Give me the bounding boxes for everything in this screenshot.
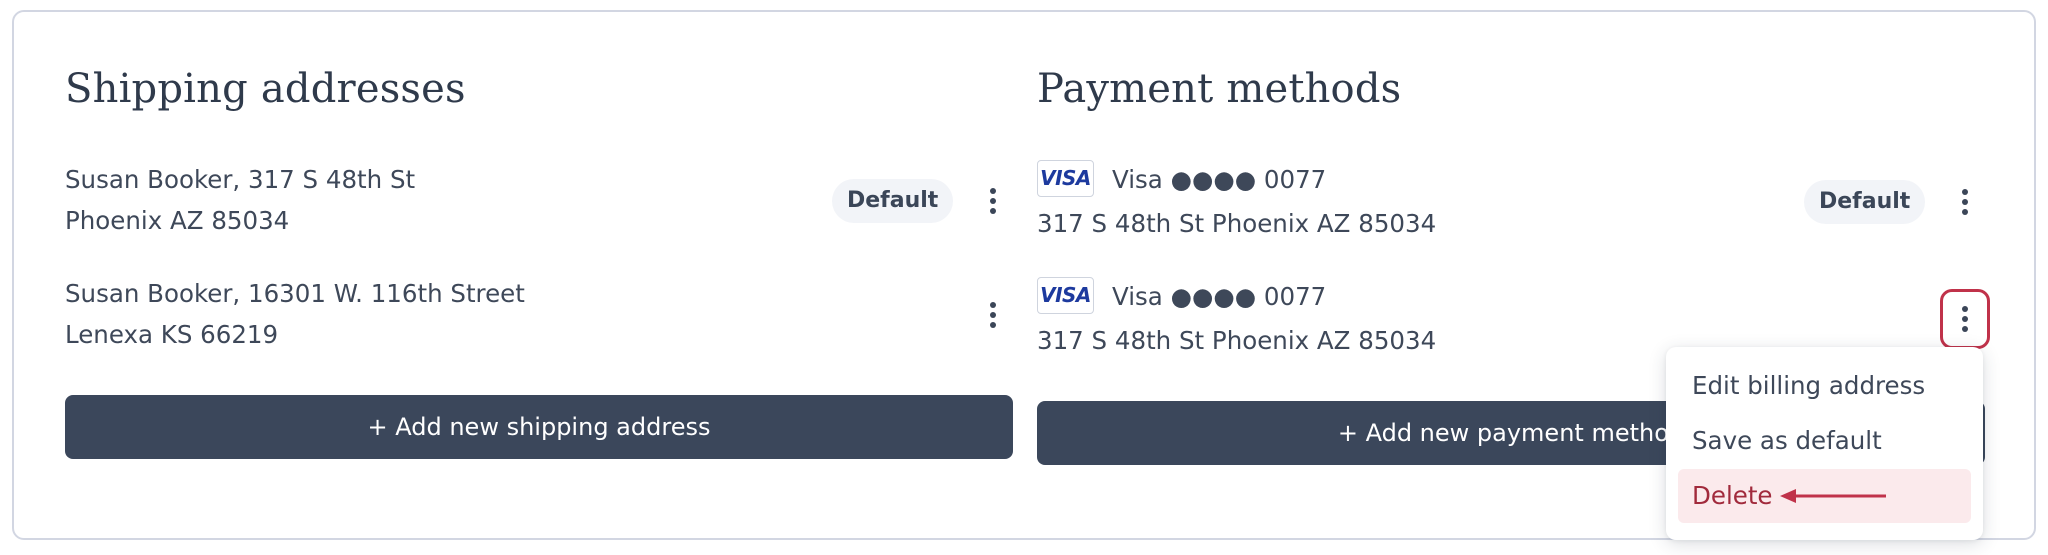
menu-item-edit-billing-address[interactable]: Edit billing address [1678, 359, 1971, 413]
card-label: Visa ●●●● 0077 [1112, 165, 1327, 194]
address-line-2: Lenexa KS 66219 [65, 320, 279, 349]
more-options-icon[interactable] [969, 288, 1017, 342]
menu-item-delete[interactable]: Delete [1678, 469, 1971, 523]
arrow-left-icon [1780, 489, 1886, 503]
address-line-1: Susan Booker, 16301 W. 116th Street [65, 279, 525, 308]
visa-logo-icon: VISA [1037, 276, 1094, 314]
default-badge: Default [1804, 180, 1926, 224]
shipping-address-item: Susan Booker, 16301 W. 116th Street Lene… [65, 273, 1013, 355]
more-options-icon[interactable] [1941, 175, 1989, 229]
default-badge: Default [832, 179, 954, 223]
menu-item-save-as-default[interactable]: Save as default [1678, 414, 1971, 468]
delete-label: Delete [1692, 481, 1773, 510]
card-label: Visa ●●●● 0077 [1112, 282, 1327, 311]
payment-method-item: VISA Visa ●●●● 0077 317 S 48th St Phoenix… [1037, 159, 1985, 244]
shipping-title: Shipping addresses [65, 66, 466, 112]
options-menu: Edit billing address Save as default Del… [1666, 347, 1983, 540]
add-shipping-address-button[interactable]: + Add new shipping address [65, 395, 1013, 459]
payment-title: Payment methods [1037, 66, 1402, 112]
more-options-icon[interactable] [1940, 289, 1990, 349]
shipping-address-item: Susan Booker, 317 S 48th St Phoenix AZ 8… [65, 159, 1013, 241]
more-options-icon[interactable] [969, 174, 1017, 228]
visa-logo-icon: VISA [1037, 159, 1094, 197]
